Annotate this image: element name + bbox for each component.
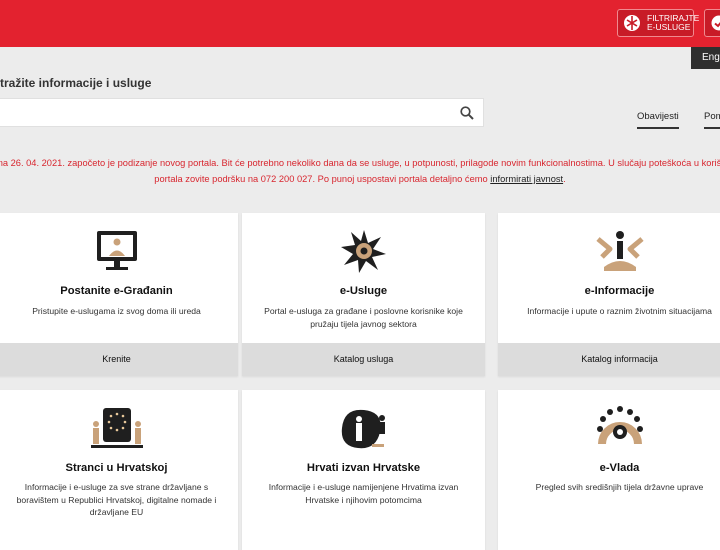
check-icon [711,15,720,31]
tab-obavijesti[interactable]: Obavijesti [637,111,679,129]
card-title: e-Vlada [498,462,720,474]
services-star-icon [334,227,394,277]
card-stranci: Stranci u Hrvatskoj Informacije i e-uslu… [0,390,238,550]
people-abroad-icon [334,404,394,454]
filter-services-label: FILTRIRAJTE E-USLUGE [647,14,693,32]
search-icon[interactable] [460,106,474,120]
katalog-usluga-button[interactable]: Katalog usluga [242,343,485,376]
card-e-gradanin: Postanite e-Građanin Pristupite e-usluga… [0,213,238,376]
search-box [0,98,484,127]
card-title: e-Informacije [498,285,720,297]
monitor-person-icon [87,227,147,277]
notice-line-2-text: portala zovite podršku na 072 200 027. P… [154,174,490,184]
eu-flag-people-icon [87,404,147,454]
notice-line-1: Dana 26. 04. 2021. započeto je podizanje… [0,155,720,171]
portal-notice: Dana 26. 04. 2021. započeto je podizanje… [0,155,720,187]
check-button[interactable] [704,9,720,37]
notice-line-2-end: . [563,174,566,184]
search-label: tražite informacije i usluge [0,76,151,90]
card-description: Informacije i upute o raznim životnim si… [512,305,720,318]
language-button[interactable]: Engl [691,47,720,69]
search-input[interactable] [0,99,448,128]
card-description: Informacije i e-usluge za sve strane drž… [9,481,224,519]
krenite-button[interactable]: Krenite [0,343,238,376]
card-description: Informacije i e-usluge namijenjene Hrvat… [256,481,471,506]
tab-pomoc[interactable]: Pom [704,111,720,129]
notice-line-2: portala zovite podršku na 072 200 027. P… [0,171,720,187]
inform-public-link[interactable]: informirati javnost [490,174,563,184]
card-title: Postanite e-Građanin [0,285,238,297]
government-circle-icon [590,404,650,454]
card-e-usluge: e-Usluge Portal e-usluga za građane i po… [242,213,485,376]
katalog-informacija-button[interactable]: Katalog informacija [498,343,720,376]
filter-globe-icon [623,14,641,32]
card-hrvati-izvan: Hrvati izvan Hrvatske Informacije i e-us… [242,390,485,550]
card-e-informacije: e-Informacije Informacije i upute o razn… [498,213,720,376]
card-title: Stranci u Hrvatskoj [0,462,238,474]
card-description: Pregled svih središnjih tijela državne u… [512,481,720,494]
filter-services-button[interactable]: FILTRIRAJTE E-USLUGE [617,9,694,37]
info-person-icon [590,227,650,277]
card-e-vlada: e-Vlada Pregled svih središnjih tijela d… [498,390,720,550]
card-description: Portal e-usluga za građane i poslovne ko… [256,305,471,330]
card-title: e-Usluge [242,285,485,297]
card-description: Pristupite e-uslugama iz svog doma ili u… [9,305,224,318]
card-title: Hrvati izvan Hrvatske [242,462,485,474]
top-bar: FILTRIRAJTE E-USLUGE [0,0,720,47]
